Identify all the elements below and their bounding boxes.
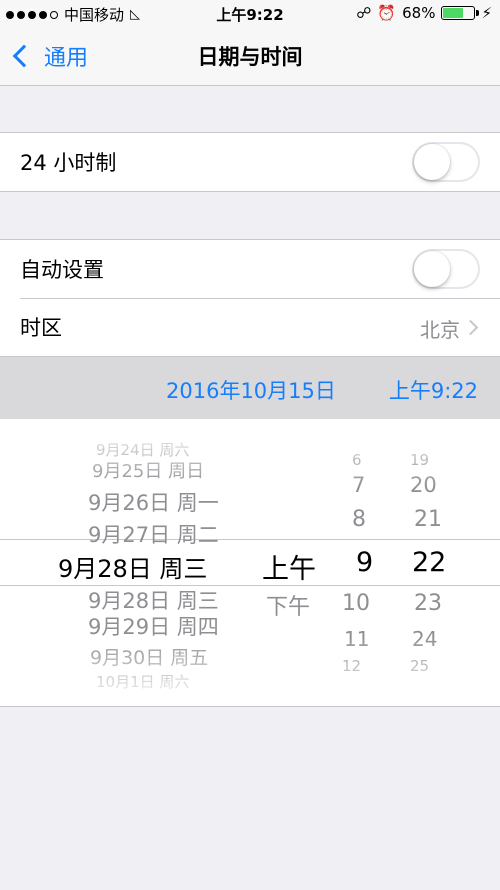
battery-fill	[443, 8, 464, 18]
picker-hour-selected[interactable]: 9	[356, 547, 373, 578]
picker-minute-item[interactable]: 19	[410, 451, 429, 469]
picker-minute-item[interactable]: 24	[412, 627, 437, 651]
picker-hour-item[interactable]: 10	[342, 591, 370, 616]
picker-hour-item[interactable]: 6	[352, 451, 362, 469]
picker-hour-item[interactable]: 7	[352, 473, 365, 497]
picker-minute-selected[interactable]: 22	[412, 547, 446, 578]
navigation-bar: 通用 日期与时间	[0, 28, 500, 86]
date-time-picker[interactable]: 9月24日 周六 9月25日 周日 9月26日 周一 9月27日 周二 9月28…	[0, 419, 500, 707]
status-right: ☍ ⏰ 68% ⚡	[356, 4, 492, 22]
picker-hour-item[interactable]: 11	[344, 627, 369, 651]
rotation-lock-icon: ☍	[356, 4, 372, 22]
picker-date-item[interactable]: 9月26日 周一	[88, 487, 219, 517]
timezone-row[interactable]: 时区 北京	[0, 298, 500, 356]
auto-set-row: 自动设置	[0, 240, 500, 298]
status-bar: 中国移动 ◺ 上午9:22 ☍ ⏰ 68% ⚡	[0, 0, 500, 28]
auto-timezone-group: 自动设置 时区 北京	[0, 239, 500, 357]
battery-icon	[441, 6, 480, 20]
picker-hour-item[interactable]: 8	[352, 507, 366, 532]
picker-date-item[interactable]: 10月1日 周六	[96, 671, 189, 692]
selected-time[interactable]: 上午9:22	[389, 375, 478, 405]
picker-date-item[interactable]: 9月30日 周五	[90, 643, 208, 670]
hour24-toggle[interactable]	[412, 142, 480, 182]
picker-minute-item[interactable]: 25	[410, 657, 429, 675]
picker-hour-item[interactable]: 12	[342, 657, 361, 675]
toggle-knob	[414, 144, 450, 180]
battery-percentage: 68%	[402, 4, 436, 22]
page-title: 日期与时间	[197, 45, 303, 69]
hour24-group: 24 小时制	[0, 132, 500, 192]
picker-ampm-selected[interactable]: 上午	[262, 547, 316, 586]
toggle-knob	[414, 251, 450, 287]
auto-set-label: 自动设置	[20, 258, 104, 282]
selected-datetime-row[interactable]: 2016年10月15日 上午9:22	[0, 357, 500, 419]
timezone-value: 北京	[420, 318, 460, 342]
hour24-row: 24 小时制	[0, 133, 500, 191]
selection-line-top	[0, 539, 500, 540]
timezone-label: 时区	[20, 316, 62, 340]
alarm-icon: ⏰	[377, 4, 397, 22]
picker-date-selected[interactable]: 9月28日 周三	[58, 549, 207, 584]
picker-date-item[interactable]: 9月25日 周日	[92, 457, 204, 483]
picker-minute-item[interactable]: 20	[410, 473, 437, 497]
picker-ampm-item[interactable]: 下午	[266, 589, 310, 621]
hour24-label: 24 小时制	[20, 151, 117, 175]
picker-date-item[interactable]: 9月29日 周四	[88, 611, 219, 641]
selected-date[interactable]: 2016年10月15日	[166, 375, 336, 405]
auto-set-toggle[interactable]	[412, 249, 480, 289]
picker-minute-item[interactable]: 21	[414, 507, 442, 532]
charging-bolt-icon: ⚡	[481, 4, 492, 22]
chevron-right-icon	[462, 319, 479, 336]
picker-minute-item[interactable]: 23	[414, 591, 442, 616]
picker-date-item[interactable]: 9月27日 周二	[88, 519, 219, 549]
selection-line-bottom	[0, 585, 500, 586]
row-divider	[20, 298, 500, 299]
